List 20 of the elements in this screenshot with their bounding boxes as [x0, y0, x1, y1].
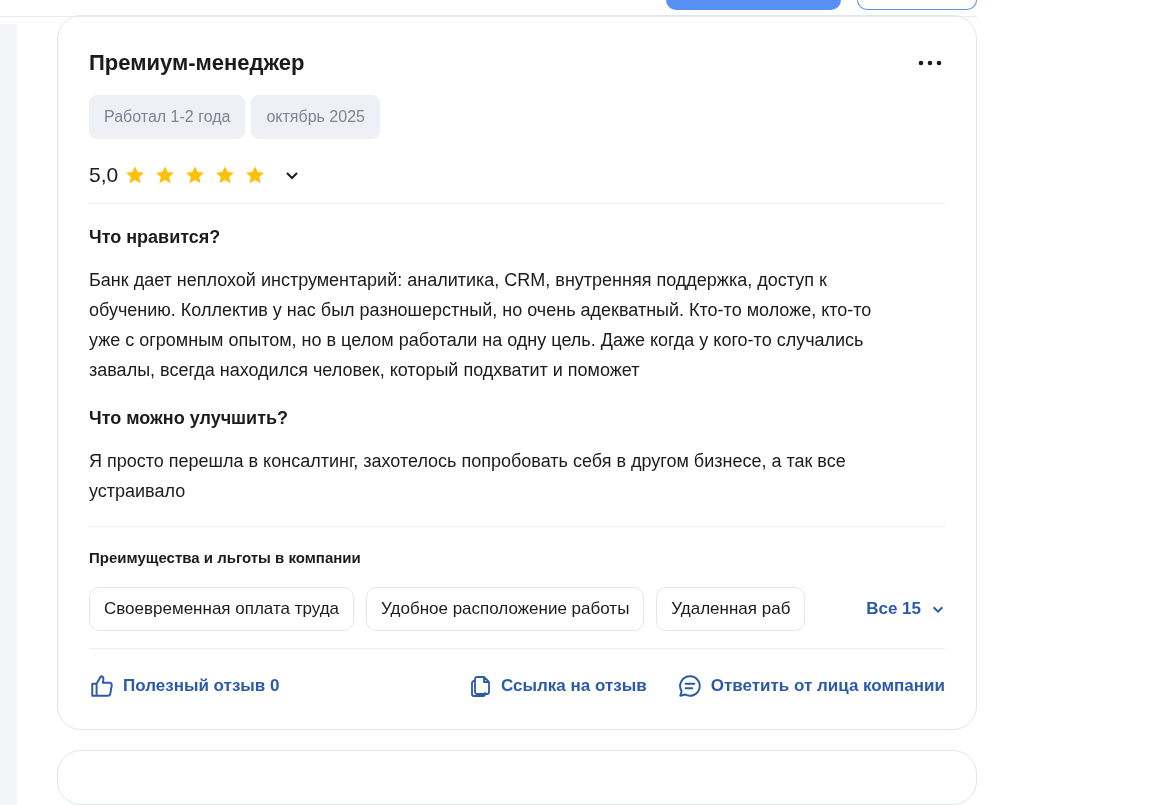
helpful-button[interactable]: Полезный отзыв 0	[89, 672, 280, 699]
benefit-chip[interactable]: Удобное расположение работы	[366, 587, 645, 631]
tag: Работал 1-2 года	[89, 95, 246, 140]
benefit-chip[interactable]: Своевременная оплата труда	[89, 587, 355, 631]
thumbs-up-icon	[89, 672, 115, 699]
tag: октябрь 2025	[251, 95, 380, 140]
rating-value: 5,0	[89, 162, 119, 189]
benefit-chip[interactable]: Удаленная раб	[656, 587, 806, 631]
reply-button[interactable]: Ответить от лица компании	[676, 672, 945, 699]
section-heading: Что можно улучшить?	[89, 406, 290, 430]
chat-bubble-icon	[676, 672, 703, 699]
review-text: Я просто перешла в консалтинг, захотелось попробовать себя в другом бизнесе, а так все устраивало	[89, 449, 847, 503]
review-text: Банк дает неплохой инструментарий: аналитика, CRM, внутренняя поддержка, доступ к обучению. Коллектив у нас был разношерстный, но очень адекватный. Кто-то моложе, кто-то уже с огромным опытом, но в целом работали на одну цель. Даже когда у кого-то случались завалы, всегда находился человек, который подхватит и поможет	[89, 268, 873, 382]
more-options-icon[interactable]	[918, 59, 942, 66]
button[interactable]	[666, 0, 841, 10]
copy-link-button[interactable]: Ссылка на отзыв	[469, 672, 647, 699]
show-all-button[interactable]: Все 15	[866, 596, 945, 622]
review-title: Премиум-менеджер	[89, 49, 305, 78]
benefits-heading: Преимущества и льготы в компании	[89, 547, 362, 568]
section-heading: Что нравится?	[89, 225, 222, 249]
